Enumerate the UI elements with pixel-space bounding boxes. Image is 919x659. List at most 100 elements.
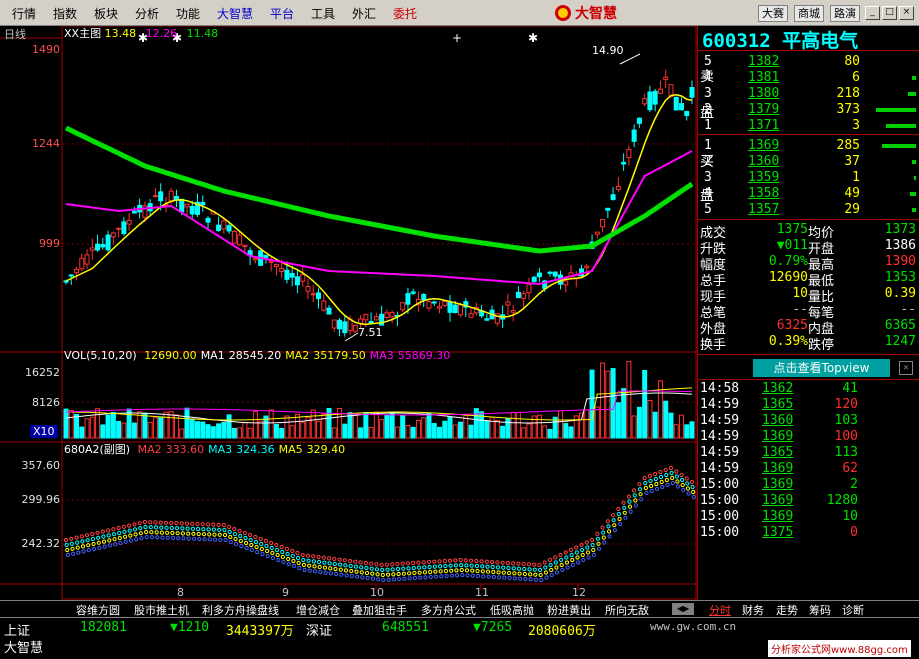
volume-bar: [663, 400, 669, 439]
ask-price[interactable]: 1381: [748, 70, 779, 85]
indicator-dot: [191, 531, 196, 536]
volume-bar: [684, 424, 690, 439]
maximize-icon[interactable]: □: [882, 6, 897, 20]
menu-platform[interactable]: 平台: [270, 5, 294, 22]
indicator-legend-values: MA2 333.60 MA3 324.36 MA5 329.40: [134, 443, 346, 456]
side-tab[interactable]: 财务: [742, 602, 764, 618]
indicator-dot: [442, 558, 447, 564]
tick-time: 15:00: [700, 525, 740, 540]
topview-button[interactable]: 点击查看Topview: [753, 359, 890, 377]
bid-price[interactable]: 1359: [748, 170, 779, 185]
indicator-dot: [74, 535, 79, 540]
side-tab[interactable]: 走势: [776, 602, 798, 618]
side-tab[interactable]: 诊断: [842, 602, 864, 618]
indicator-tab[interactable]: 股市推土机: [134, 602, 189, 618]
indicator-tab[interactable]: 所向无敌: [605, 602, 649, 618]
menu-dzh[interactable]: 大智慧: [217, 5, 253, 22]
menu-quotes[interactable]: 行情: [12, 5, 36, 22]
volume-bar: [221, 422, 227, 439]
tick-price[interactable]: 1365: [762, 445, 793, 460]
indicator-dot: [180, 531, 186, 536]
indicator-tab[interactable]: 叠加狙击手: [352, 602, 407, 618]
tab-scroll-icon[interactable]: ◀▶: [672, 603, 694, 615]
toolbar-mall-button[interactable]: 商城: [794, 5, 824, 22]
indicator-dot: [370, 571, 375, 576]
candle-body: [610, 194, 616, 201]
toolbar-roadshow-button[interactable]: 路演: [830, 5, 860, 22]
indicator-tab[interactable]: 利多方舟操盘线: [202, 602, 279, 618]
indicator-dot: [328, 571, 333, 576]
indicator-dot: [174, 526, 180, 531]
indicator-dot: [548, 562, 553, 568]
status-url[interactable]: www.gw.com.cn: [650, 620, 736, 633]
menu-index[interactable]: 指数: [53, 5, 77, 22]
ask-volume: 3: [852, 118, 860, 133]
indicator-tab[interactable]: 低吸高抛: [490, 602, 534, 618]
minimize-icon[interactable]: _: [865, 6, 880, 20]
volume-bar: [589, 369, 595, 439]
volume-bar: [642, 370, 648, 439]
toolbar-contest-button[interactable]: 大赛: [758, 5, 788, 22]
period-label[interactable]: 日线: [0, 26, 30, 42]
close-icon[interactable]: ×: [899, 6, 914, 20]
volume-bar: [289, 425, 295, 439]
close-topview-icon[interactable]: ✕: [899, 361, 913, 375]
menu-function[interactable]: 功能: [176, 5, 200, 22]
indicator-dot: [553, 560, 558, 565]
bid-volume-bar: [910, 192, 916, 196]
candle-body: [289, 272, 295, 278]
indicator-tab[interactable]: 多方舟公式: [421, 602, 476, 618]
tick-price[interactable]: 1369: [762, 429, 793, 444]
menu-tools[interactable]: 工具: [311, 5, 335, 22]
tick-price[interactable]: 1365: [762, 397, 793, 412]
tick-price[interactable]: 1369: [762, 461, 793, 476]
side-tab[interactable]: 筹码: [809, 602, 831, 618]
stock-code: 600312: [702, 30, 771, 52]
tick-price[interactable]: 1369: [762, 509, 793, 524]
indicator-dot: [528, 572, 533, 577]
indicator-dot: [433, 574, 439, 579]
ask-price[interactable]: 1371: [748, 118, 779, 133]
candle-body: [447, 302, 453, 313]
indicator-dot: [533, 577, 539, 582]
marker-plus-icon: +: [452, 31, 462, 45]
menu-forex[interactable]: 外汇: [352, 5, 376, 22]
menu-trade[interactable]: 委托: [393, 5, 417, 22]
bid-price[interactable]: 1357: [748, 202, 779, 217]
bid-price[interactable]: 1358: [748, 186, 779, 201]
indicator-tab[interactable]: 容维方圆: [76, 602, 120, 618]
bid-price[interactable]: 1360: [748, 154, 779, 169]
tick-price[interactable]: 1362: [762, 381, 793, 396]
quote-panel: 600312 平高电气 卖 盘 5 1382 80 4 1381 6 3 1380 218 2 13…: [697, 26, 919, 600]
kline-chart-area[interactable]: ✱ ✱ + ✱ 日线 XX主图 13.48 12.26 11.48 1490 1…: [0, 26, 697, 600]
tick-price[interactable]: 1369: [762, 477, 793, 492]
side-tab[interactable]: 分时: [709, 602, 731, 618]
menu-sector[interactable]: 板块: [94, 5, 118, 22]
ask-price[interactable]: 1379: [748, 102, 779, 117]
tick-price[interactable]: 1360: [762, 413, 793, 428]
bid-price[interactable]: 1369: [748, 138, 779, 153]
volume-bar: [300, 421, 306, 439]
ask-price[interactable]: 1380: [748, 86, 779, 101]
indicator-tab[interactable]: 增仓减仓: [296, 602, 340, 618]
stat-row: 总笔 -- 每笔 --: [698, 302, 919, 321]
indicator-dot: [359, 570, 364, 575]
ask-volume: 218: [836, 86, 860, 101]
indicator-dot: [475, 568, 480, 574]
indicator-dot: [444, 573, 449, 579]
volume-bar: [142, 412, 148, 439]
sh-change: ▼1210: [170, 620, 210, 635]
candle-body: [294, 276, 300, 286]
menu-analysis[interactable]: 分析: [135, 5, 159, 22]
indicator-dot: [63, 537, 69, 543]
bid-level: 1: [704, 138, 712, 153]
tick-price[interactable]: 1375: [762, 525, 793, 540]
indicator-dot: [507, 575, 512, 581]
indicator-dot: [427, 564, 432, 570]
tick-price[interactable]: 1369: [762, 493, 793, 508]
indicator-tab[interactable]: 粉进黄出: [547, 602, 591, 618]
indicator-dot: [610, 513, 616, 518]
ask-price[interactable]: 1382: [748, 54, 779, 69]
indicator-dot: [369, 566, 374, 571]
indicator-dot: [528, 577, 533, 582]
